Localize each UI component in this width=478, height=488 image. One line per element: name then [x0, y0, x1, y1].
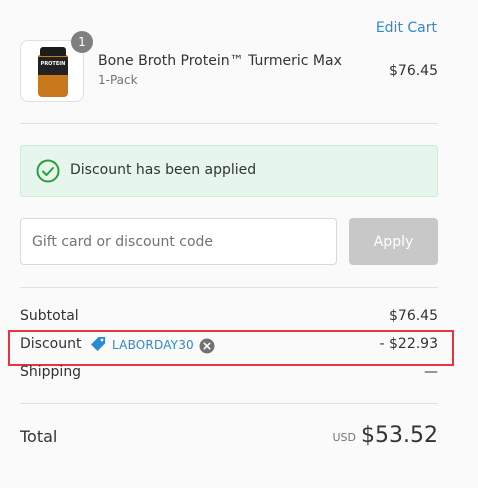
- subtotal-label: Subtotal: [20, 308, 79, 324]
- product-price: $76.45: [389, 63, 438, 79]
- discount-code-input[interactable]: [20, 218, 337, 265]
- remove-discount-icon[interactable]: [199, 338, 215, 354]
- product-image-label: PROTEIN: [40, 61, 66, 67]
- divider: [20, 123, 438, 124]
- cart-product-line: PROTEIN 1 Bone Broth Protein™ Turmeric M…: [20, 31, 438, 102]
- discount-row: Discount LABORDAY30 - $22.93: [20, 336, 438, 356]
- divider: [20, 403, 438, 404]
- product-name: Bone Broth Protein™ Turmeric Max: [98, 53, 342, 69]
- shipping-label: Shipping: [20, 364, 82, 380]
- total-currency: USD: [332, 431, 356, 444]
- apply-button[interactable]: Apply: [349, 218, 438, 265]
- discount-label: Discount: [20, 336, 82, 352]
- quantity-badge: 1: [71, 31, 93, 53]
- divider: [20, 287, 438, 288]
- subtotal-value: $76.45: [389, 308, 438, 324]
- tag-icon: [91, 337, 105, 351]
- notice-text: Discount has been applied: [70, 162, 257, 178]
- product-variant: 1-Pack: [98, 73, 138, 87]
- shipping-value: —: [424, 364, 438, 380]
- discount-applied-notice: Discount has been applied: [20, 145, 438, 197]
- discount-code-tag: LABORDAY30: [112, 338, 194, 352]
- shipping-row: Shipping —: [20, 364, 438, 384]
- total-value: $53.52: [361, 423, 438, 448]
- subtotal-row: Subtotal $76.45: [20, 308, 438, 328]
- check-circle-icon: [36, 159, 60, 183]
- total-label: Total: [20, 427, 58, 446]
- discount-value: - $22.93: [379, 336, 439, 352]
- edit-cart-link[interactable]: Edit Cart: [376, 20, 437, 36]
- product-image: PROTEIN: [38, 47, 68, 97]
